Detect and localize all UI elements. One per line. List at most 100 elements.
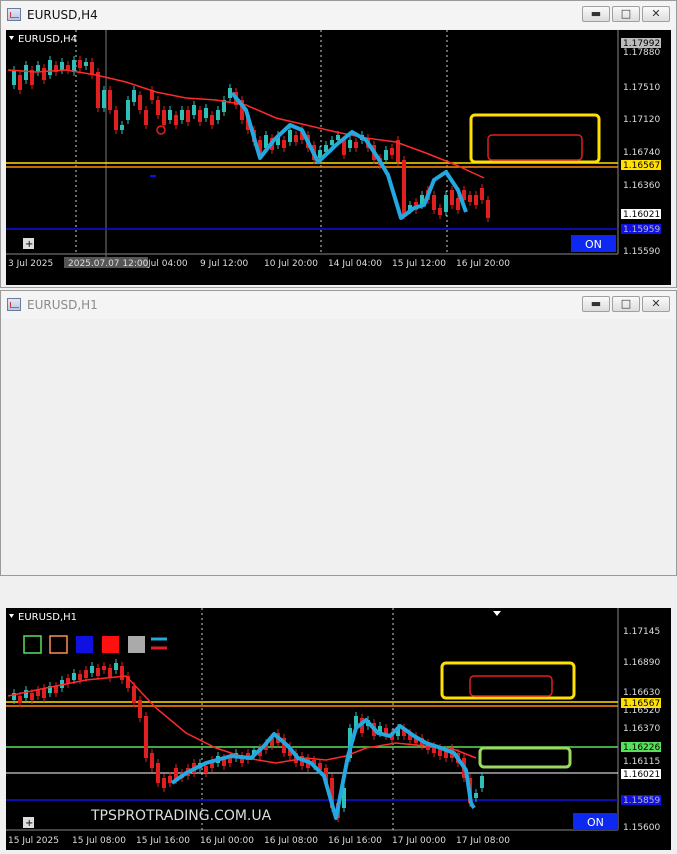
candle xyxy=(390,148,394,155)
candle xyxy=(210,115,214,125)
candle xyxy=(36,690,40,696)
chart-window-h1[interactable]: EURUSD,H1 ▬ □ ✕ EURUSD,H1 1.17145 1.1689… xyxy=(0,290,677,850)
time-label: 15 Jul 2025 xyxy=(8,836,59,846)
price-label: 1.17120 xyxy=(623,115,660,125)
candle xyxy=(444,195,448,212)
price-chart[interactable]: EURUSD,H1 1.17145 1.16890 1.16630 1.1656… xyxy=(6,608,671,850)
time-label: 15 Jul 12:00 xyxy=(392,259,446,269)
price-label: 1.16115 xyxy=(623,757,660,767)
price-label: 1.15600 xyxy=(623,823,660,833)
price-label: 1.16021 xyxy=(623,210,660,220)
candle xyxy=(12,70,16,85)
candle xyxy=(168,110,172,120)
shift-marker-icon xyxy=(493,611,501,616)
price-label: 1.17145 xyxy=(623,627,660,637)
candle xyxy=(120,666,124,680)
candle xyxy=(486,200,490,218)
candle xyxy=(96,72,100,108)
maximize-button[interactable]: □ xyxy=(612,6,640,22)
candle xyxy=(126,100,130,120)
close-button[interactable]: ✕ xyxy=(642,296,670,312)
close-button[interactable]: ✕ xyxy=(642,6,670,22)
candle xyxy=(204,108,208,118)
price-label: 1.15959 xyxy=(623,225,660,235)
candle xyxy=(114,663,118,670)
price-label: 1.15590 xyxy=(623,247,660,257)
time-label: Jul 04:00 xyxy=(147,259,188,269)
candle xyxy=(180,110,184,120)
minimize-button[interactable]: ▬ xyxy=(582,296,610,312)
candle xyxy=(144,716,148,758)
candle xyxy=(186,110,190,122)
window-title: EURUSD,H1 xyxy=(27,298,98,312)
candle xyxy=(60,62,64,70)
candle xyxy=(18,75,22,90)
candle xyxy=(132,686,136,703)
time-label: 10 Jul 20:00 xyxy=(264,259,318,269)
candle xyxy=(330,140,334,145)
title-bar[interactable]: EURUSD,H4 ▬ □ ✕ xyxy=(1,1,676,29)
on-button-label: ON xyxy=(587,816,604,829)
collapse-triangle-icon xyxy=(9,36,14,40)
candle xyxy=(432,195,436,210)
candle xyxy=(18,696,22,703)
collapse-triangle-icon xyxy=(9,614,14,618)
candle xyxy=(468,195,472,202)
candle xyxy=(456,198,460,210)
maximize-button[interactable]: □ xyxy=(612,296,640,312)
candle xyxy=(138,95,142,110)
candle xyxy=(156,763,160,783)
time-label: 16 Jul 20:00 xyxy=(456,259,510,269)
candle xyxy=(144,110,148,125)
svg-text:+: + xyxy=(25,239,33,250)
candle xyxy=(354,142,358,148)
time-label: 2025.07.07 12:00 xyxy=(68,259,149,269)
candle xyxy=(102,666,106,670)
candle xyxy=(474,195,478,205)
candle xyxy=(66,65,70,70)
candle xyxy=(72,673,76,680)
candle xyxy=(156,100,160,115)
candle xyxy=(36,65,40,72)
candle xyxy=(480,776,484,788)
candle xyxy=(138,700,142,718)
candle xyxy=(474,793,478,798)
candle xyxy=(162,110,166,125)
candle xyxy=(120,125,124,130)
price-label: 1.16520 xyxy=(623,706,660,716)
price-label: 1.17510 xyxy=(623,83,660,93)
candle xyxy=(114,110,118,130)
chart-window-icon xyxy=(7,8,21,21)
candle xyxy=(174,115,178,125)
watermark: TPSPROTRADING.COM.UA xyxy=(90,808,272,824)
candle xyxy=(108,90,112,110)
candle xyxy=(24,65,28,80)
time-label: 16 Jul 08:00 xyxy=(264,836,318,846)
price-chart[interactable]: EURUSD,H4 1.17992 1.17880 1.17510 1.1712… xyxy=(6,30,671,285)
candle xyxy=(132,90,136,102)
svg-text:+: + xyxy=(25,818,33,829)
candle xyxy=(198,110,202,122)
time-label: 15 Jul 08:00 xyxy=(72,836,126,846)
minimize-button[interactable]: ▬ xyxy=(582,6,610,22)
title-bar[interactable]: EURUSD,H1 ▬ □ ✕ xyxy=(1,291,676,319)
price-label: 1.15859 xyxy=(623,796,660,806)
candle xyxy=(90,62,94,75)
price-label: 1.16370 xyxy=(623,724,660,734)
candle xyxy=(54,686,58,693)
window-title: EURUSD,H4 xyxy=(27,8,98,22)
candle xyxy=(348,140,352,148)
candle xyxy=(438,208,442,215)
time-label: 15 Jul 16:00 xyxy=(136,836,190,846)
candle xyxy=(294,135,298,142)
chart-window-h4[interactable]: EURUSD,H4 ▬ □ ✕ EURUSD,H4 1.17992 1.1788… xyxy=(0,0,677,288)
price-label: 1.16630 xyxy=(623,688,660,698)
candle xyxy=(402,160,406,215)
candle xyxy=(342,140,346,155)
time-label: 3 Jul 2025 xyxy=(8,259,53,269)
candle xyxy=(216,110,220,120)
candle xyxy=(162,778,166,788)
candle xyxy=(228,88,232,98)
candle xyxy=(78,674,82,680)
time-label: 16 Jul 16:00 xyxy=(328,836,382,846)
